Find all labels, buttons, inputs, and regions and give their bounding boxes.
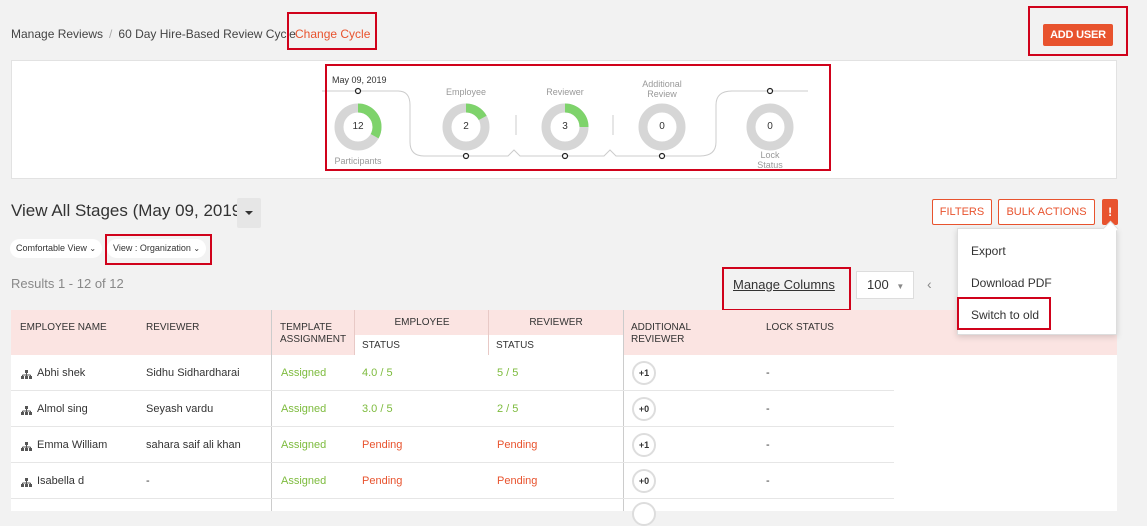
chevron-down-icon: ⌄ (89, 244, 97, 253)
reviewer-status: 2 / 5 (497, 403, 519, 415)
view-mode-toggle[interactable]: Comfortable View ⌄ (10, 239, 103, 258)
table-row[interactable]: Emma William sahara saif ali khan Assigned… (11, 427, 894, 463)
lock-status: - (766, 403, 770, 415)
breadcrumb-root[interactable]: Manage Reviews (11, 27, 103, 41)
employee-status: Pending (362, 439, 403, 451)
template-status: Assigned (281, 367, 327, 379)
org-tree-icon[interactable] (21, 370, 32, 379)
table-row[interactable]: Isabella d - Assigned Pending Pending +0 - (11, 463, 894, 499)
highlight-add-user (1028, 6, 1128, 56)
lock-status: - (766, 367, 770, 379)
highlight-change-cycle (287, 12, 377, 50)
col-template-assignment[interactable]: TEMPLATE ASSIGNMENT (280, 322, 355, 346)
caret-down-icon: ▼ (896, 282, 905, 291)
org-tree-icon[interactable] (21, 406, 32, 415)
template-status: Assigned (281, 439, 327, 451)
col-reviewer-status[interactable]: STATUS (496, 340, 534, 352)
menu-item-download-pdf[interactable]: Download PDF (971, 276, 1052, 290)
additional-reviewer-badge-partial (632, 502, 656, 526)
template-status: Assigned (281, 403, 327, 415)
reviewer-name: - (146, 475, 150, 487)
col-employee-group: EMPLOYEE (394, 317, 450, 328)
additional-reviewer-badge[interactable]: +0 (632, 469, 656, 493)
highlight-switch-to-old (957, 297, 1051, 330)
employee-name[interactable]: Almol sing (37, 391, 88, 427)
col-reviewer[interactable]: REVIEWER (146, 322, 199, 334)
table-row[interactable]: Almol sing Seyash vardu Assigned 3.0 / 5 2 /… (11, 391, 894, 427)
page-size-select[interactable]: 100 ▼ (856, 271, 914, 299)
employee-status: 4.0 / 5 (362, 367, 393, 379)
employee-name[interactable]: Isabella d (37, 463, 84, 499)
col-employee-status[interactable]: STATUS (362, 340, 400, 352)
template-status: Assigned (281, 475, 327, 487)
table-body-extension (894, 355, 1117, 511)
section-title: View All Stages (May 09, 2019) (11, 201, 247, 220)
org-tree-icon[interactable] (21, 478, 32, 487)
filters-button[interactable]: FILTERS (932, 199, 992, 225)
highlight-manage-columns (722, 267, 851, 311)
table-row[interactable]: Abhi shek Sidhu Sidhardharai Assigned 4.0 /… (11, 355, 894, 391)
bulk-actions-button[interactable]: BULK ACTIONS (998, 199, 1095, 225)
prev-page-icon[interactable]: ‹ (927, 276, 932, 292)
lock-status: - (766, 475, 770, 487)
reviewer-name: Sidhu Sidhardharai (146, 367, 240, 379)
results-count: Results 1 - 12 of 12 (11, 276, 124, 291)
employee-status: 3.0 / 5 (362, 403, 393, 415)
col-reviewer-group: REVIEWER (529, 317, 583, 328)
view-mode-label: Comfortable View (16, 243, 87, 253)
additional-reviewer-badge[interactable]: +0 (632, 397, 656, 421)
reviewer-status: 5 / 5 (497, 367, 519, 379)
col-employee-name[interactable]: EMPLOYEE NAME (20, 322, 107, 334)
org-tree-icon[interactable] (21, 442, 32, 451)
reviewer-name: Seyash vardu (146, 403, 214, 415)
col-additional-reviewer[interactable]: ADDITIONAL REVIEWER (631, 322, 711, 346)
reviewer-name: sahara saif ali khan (146, 439, 241, 451)
highlight-summary (325, 64, 831, 171)
employee-status: Pending (362, 475, 403, 487)
caret-down-icon (245, 211, 253, 215)
breadcrumb-separator: / (109, 27, 113, 41)
stage-dropdown-button[interactable] (237, 198, 261, 228)
additional-reviewer-badge[interactable]: +1 (632, 361, 656, 385)
employee-name[interactable]: Emma William (37, 427, 107, 463)
highlight-view-org (105, 234, 212, 265)
col-lock-status[interactable]: LOCK STATUS (766, 322, 834, 334)
breadcrumb-cycle: 60 Day Hire-Based Review Cycle (118, 27, 296, 41)
breadcrumb: Manage Reviews / 60 Day Hire-Based Review … (11, 27, 296, 41)
lock-status: - (766, 439, 770, 451)
employee-name[interactable]: Abhi shek (37, 355, 85, 391)
page-size-value: 100 (867, 277, 889, 292)
reviewer-status: Pending (497, 475, 538, 487)
reviewer-status: Pending (497, 439, 538, 451)
column-divider (488, 310, 489, 355)
menu-item-export[interactable]: Export (971, 244, 1006, 258)
additional-reviewer-badge[interactable]: +1 (632, 433, 656, 457)
reviews-table: EMPLOYEE NAME REVIEWER TEMPLATE ASSIGNME… (11, 310, 894, 526)
column-divider (354, 310, 355, 355)
table-header: EMPLOYEE NAME REVIEWER TEMPLATE ASSIGNME… (11, 310, 894, 355)
